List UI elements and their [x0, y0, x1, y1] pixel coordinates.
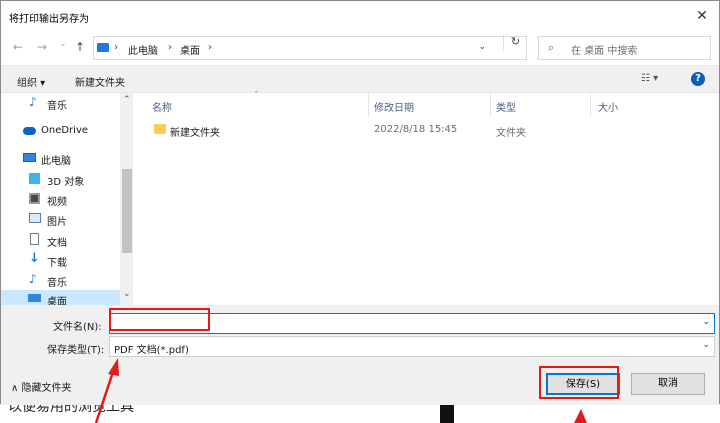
annotation-arrows	[94, 358, 587, 423]
annotation-arrow-filename	[94, 358, 119, 423]
annotation-arrow-save	[574, 409, 587, 423]
